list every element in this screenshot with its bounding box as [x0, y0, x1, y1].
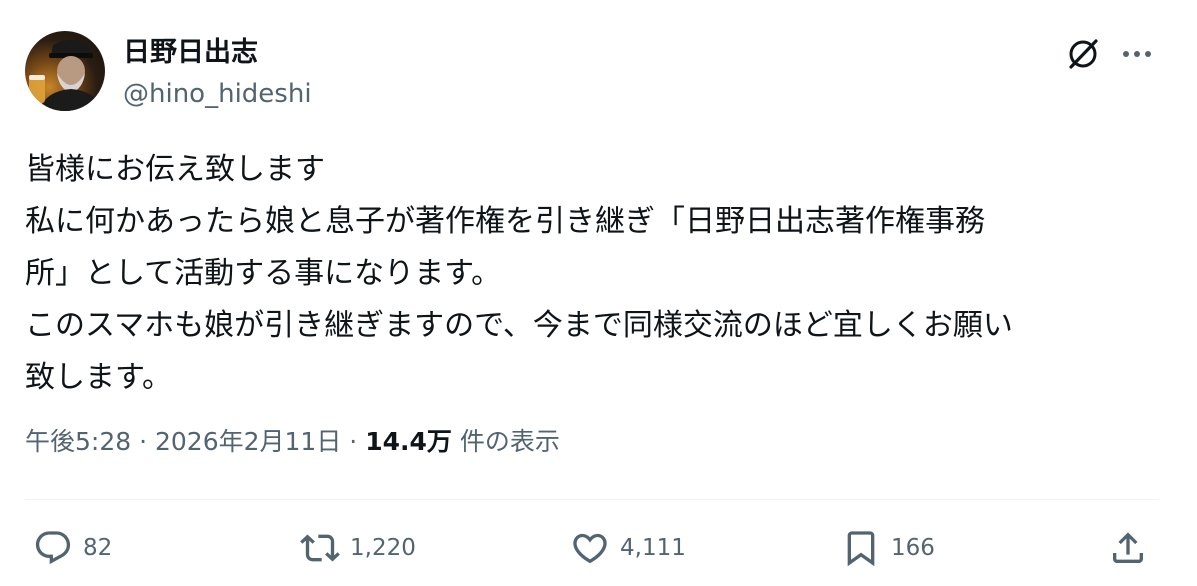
tweet-text-line: 私に何かあったら娘と息子が著作権を引き継ぎ「日野日出志著作権事務: [25, 204, 985, 239]
tweet-text: 皆様にお伝え致します 私に何かあったら娘と息子が著作権を引き継ぎ「日野日出志著作…: [25, 144, 1165, 404]
meta-separator: ·: [349, 427, 358, 456]
heart-icon: [573, 533, 607, 564]
retweet-icon: [300, 534, 340, 562]
retweet-button[interactable]: 1,220: [300, 524, 416, 572]
author-handle[interactable]: @hino_hideshi: [123, 78, 312, 110]
tweet-text-line: このスマホも娘が引き継ぎますので、今まで同様交流のほど宜しくお願い: [25, 308, 1013, 343]
grok-button[interactable]: [1063, 34, 1103, 74]
avatar[interactable]: [25, 31, 105, 111]
more-icon: [1123, 51, 1151, 57]
author-display-name[interactable]: 日野日出志: [123, 36, 258, 70]
more-button[interactable]: [1117, 34, 1157, 74]
like-count: 4,111: [620, 535, 686, 561]
tweet-text-line: 皆様にお伝え致します: [25, 152, 325, 187]
like-button[interactable]: 4,111: [570, 524, 686, 572]
reply-button[interactable]: 82: [33, 524, 112, 572]
view-count-label: 件の表示: [459, 427, 560, 456]
tweet-date[interactable]: 2026年2月11日: [155, 427, 341, 456]
bookmark-icon: [847, 531, 875, 567]
bookmark-count: 166: [891, 535, 935, 561]
share-button[interactable]: [1108, 524, 1148, 572]
tweet-card: 日野日出志 @hino_hideshi 皆様にお伝え致します 私に何かあったら娘…: [0, 0, 1197, 586]
grok-icon: [1069, 39, 1098, 69]
divider: [25, 499, 1158, 500]
view-count[interactable]: 14.4万: [365, 427, 452, 456]
share-icon: [1113, 532, 1143, 563]
reply-count: 82: [83, 535, 113, 561]
tweet-text-line: 致します。: [25, 360, 172, 395]
retweet-count: 1,220: [350, 535, 416, 561]
tweet-text-line: 所」として活動する事になります。: [25, 256, 502, 291]
tweet-meta: 午後5:28 · 2026年2月11日 · 14.4万 件の表示: [25, 424, 560, 460]
meta-separator: ·: [139, 427, 148, 456]
reply-icon: [35, 531, 71, 565]
bookmark-button[interactable]: 166: [841, 524, 935, 572]
avatar-image: [29, 40, 103, 111]
tweet-time[interactable]: 午後5:28: [25, 427, 131, 456]
